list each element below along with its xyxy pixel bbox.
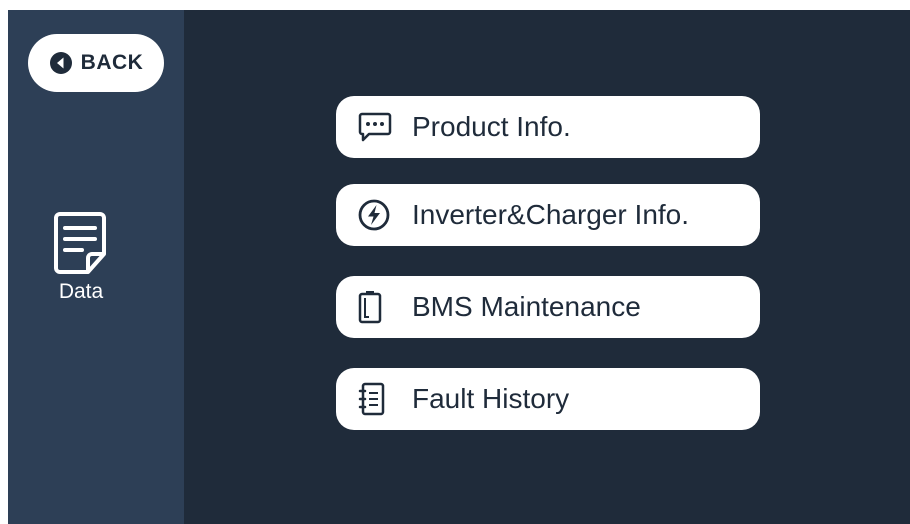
notebook-list-icon	[358, 379, 398, 419]
menu-item-label: Product Info.	[412, 111, 571, 142]
lightning-bolt-icon	[358, 195, 398, 235]
message-dots-icon	[358, 107, 398, 147]
sidebar-item-label: Data	[58, 280, 104, 303]
menu-item-label: Inverter&Charger Info.	[412, 199, 690, 230]
sidebar: BACK Data	[8, 10, 184, 524]
menu-item-label: Fault History	[412, 383, 570, 414]
back-button[interactable]: BACK	[28, 34, 164, 92]
fault-history-button[interactable]: Fault History	[336, 368, 760, 430]
bms-maintenance-button[interactable]: BMS Maintenance	[336, 276, 760, 338]
menu-item-label: BMS Maintenance	[412, 291, 641, 322]
product-info-button[interactable]: Product Info.	[336, 96, 760, 158]
document-icon	[52, 210, 110, 276]
back-arrow-circle-icon	[49, 51, 73, 75]
battery-icon	[358, 287, 398, 327]
back-label: BACK	[80, 51, 144, 74]
app-screen: BACK Data Product Info. Inverter&Charger…	[8, 10, 910, 524]
inverter-charger-info-button[interactable]: Inverter&Charger Info.	[336, 184, 760, 246]
sidebar-item-data[interactable]: Data	[8, 210, 154, 304]
